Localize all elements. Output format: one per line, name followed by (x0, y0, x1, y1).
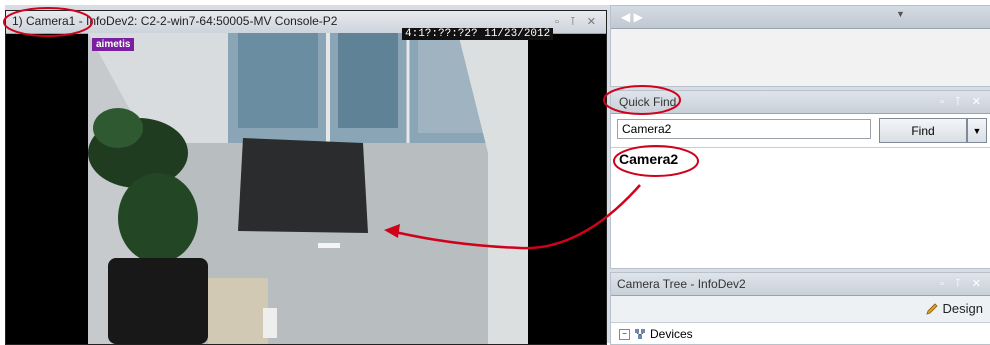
annotation-arrow (394, 184, 641, 250)
annotation-overlay (3, 7, 699, 250)
annotation-ellipse-camera2 (613, 145, 699, 177)
annotation-ellipse-camera1 (3, 7, 93, 37)
annotation-arrowhead (384, 224, 400, 238)
annotation-ellipse-quick-find (603, 85, 681, 115)
